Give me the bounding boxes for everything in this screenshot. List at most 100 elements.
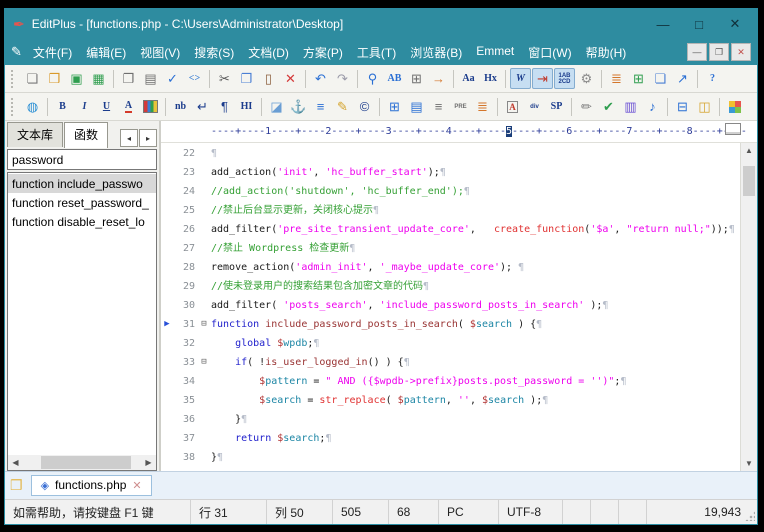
code-line[interactable]: 30add_filter( 'posts_search', 'include_p… <box>161 296 740 315</box>
directory-window-icon[interactable]: ❒ <box>10 477 23 494</box>
code-line[interactable]: 38}¶ <box>161 448 740 467</box>
italic-icon[interactable]: I <box>74 96 95 117</box>
paste-icon[interactable]: ▯ <box>258 68 279 89</box>
hscroll-track[interactable] <box>23 455 141 470</box>
code-line[interactable]: 33⊟ if( !is_user_logged_in() ) {¶ <box>161 353 740 372</box>
fold-collapse-icon[interactable]: ⊟ <box>197 353 211 372</box>
code-area[interactable]: 22¶23add_action('init', 'hc_buffer_start… <box>161 143 740 471</box>
script-check-icon[interactable]: ✔ <box>598 96 619 117</box>
indent-guide-icon[interactable]: ⇥ <box>532 68 553 89</box>
html-tag-icon[interactable]: <> <box>184 68 205 89</box>
code-line[interactable]: 26add_filter('pre_site_transient_update_… <box>161 220 740 239</box>
browser-globe-icon[interactable]: ◍ <box>22 96 43 117</box>
sidebar-tab-functions[interactable]: 函数 <box>64 122 108 148</box>
function-filter-input[interactable] <box>7 149 157 170</box>
line-number-icon[interactable]: 1AB 2CD <box>554 68 575 89</box>
word-wrap-icon[interactable]: W <box>510 68 531 89</box>
find-in-files-icon[interactable]: ⊞ <box>406 68 427 89</box>
music-icon[interactable]: ♪ <box>642 96 663 117</box>
print-icon[interactable]: ▤ <box>140 68 161 89</box>
menu-item-编辑(E)[interactable]: 编辑(E) <box>79 41 133 64</box>
code-line[interactable]: 35 $search = str_replace( $pattern, '', … <box>161 391 740 410</box>
menu-item-文件(F)[interactable]: 文件(F) <box>26 41 79 64</box>
delete-icon[interactable]: ✕ <box>280 68 301 89</box>
goto-line-icon[interactable]: → <box>428 68 449 89</box>
title-bar[interactable]: ✒ EditPlus - [functions.php - C:\Users\A… <box>5 9 757 39</box>
paragraph-align-icon[interactable]: ▤ <box>406 96 427 117</box>
sidebar-tab-scroll-right[interactable]: ▸ <box>139 129 157 147</box>
code-line[interactable]: 32 global $wpdb;¶ <box>161 334 740 353</box>
color-palette-icon[interactable] <box>140 96 161 117</box>
document-tab-functions-php[interactable]: ◈ functions.php ✕ <box>31 475 152 496</box>
vscroll-thumb[interactable] <box>743 166 755 196</box>
table-icon[interactable]: ⊞ <box>384 96 405 117</box>
tab-close-icon[interactable]: ✕ <box>132 479 141 492</box>
undo-icon[interactable]: ↶ <box>310 68 331 89</box>
open-in-browser-icon[interactable]: ↗ <box>672 68 693 89</box>
video-icon[interactable]: ▥ <box>620 96 641 117</box>
list-tag-icon[interactable]: ≣ <box>472 96 493 117</box>
mdi-minimize-button[interactable]: — <box>687 43 707 61</box>
browser-preview-icon[interactable]: ❏ <box>650 68 671 89</box>
menu-item-搜索(S)[interactable]: 搜索(S) <box>187 41 241 64</box>
anchor-icon[interactable]: ⚓ <box>288 96 309 117</box>
copy-icon[interactable]: ❐ <box>236 68 257 89</box>
menu-item-文档(D)[interactable]: 文档(D) <box>241 41 296 64</box>
note-edit-icon[interactable]: ✎ <box>332 96 353 117</box>
heading-icon[interactable]: HI <box>236 96 257 117</box>
sidebar-tab-cliptext[interactable]: 文本库 <box>7 122 63 147</box>
vscroll-down-arrow-icon[interactable]: ▼ <box>745 456 753 471</box>
print-preview-icon[interactable]: ❐ <box>118 68 139 89</box>
vscroll-track[interactable] <box>741 158 757 456</box>
mdi-restore-button[interactable]: ❐ <box>709 43 729 61</box>
menu-item-视图(V)[interactable]: 视图(V) <box>133 41 187 64</box>
code-line[interactable]: ▶31⊟function include_password_posts_in_s… <box>161 315 740 334</box>
redo-icon[interactable]: ↷ <box>332 68 353 89</box>
horizontal-rule-icon[interactable]: ≡ <box>310 96 331 117</box>
vscroll-up-arrow-icon[interactable]: ▲ <box>745 143 753 158</box>
code-line[interactable]: 25//禁止后台显示更新，关闭核心提示¶ <box>161 201 740 220</box>
paragraph-mark-icon[interactable]: ¶ <box>214 96 235 117</box>
span-tag-icon[interactable]: SP <box>546 96 567 117</box>
new-file-icon[interactable]: ❏ <box>22 68 43 89</box>
toolbar-grip[interactable] <box>11 98 17 116</box>
form-icon[interactable]: ⊟ <box>672 96 693 117</box>
sidebar-tab-scroll-left[interactable]: ◂ <box>120 129 138 147</box>
code-line[interactable]: 22¶ <box>161 144 740 163</box>
cut-icon[interactable]: ✂ <box>214 68 235 89</box>
document-tab-list-icon[interactable]: ≣ <box>606 68 627 89</box>
code-line[interactable]: 36 }¶ <box>161 410 740 429</box>
menu-item-方案(P)[interactable]: 方案(P) <box>296 41 350 64</box>
font-color-icon[interactable]: A <box>118 96 139 117</box>
save-icon[interactable]: ▣ <box>66 68 87 89</box>
mdi-close-button[interactable]: ✕ <box>731 43 751 61</box>
window-split-handle[interactable] <box>725 123 741 135</box>
copyright-icon[interactable]: © <box>354 96 375 117</box>
maximize-button[interactable]: □ <box>681 11 717 37</box>
div-tag-icon[interactable]: div <box>524 96 545 117</box>
code-line[interactable]: 24//add_action('shutdown', 'hc_buffer_en… <box>161 182 740 201</box>
function-list-hscrollbar[interactable]: ◀ ▶ <box>8 455 156 470</box>
spell-check-icon[interactable]: ✓ <box>162 68 183 89</box>
pre-tag-icon[interactable]: PRE <box>450 96 471 117</box>
function-list-item[interactable]: function reset_password_ <box>8 193 156 212</box>
code-line[interactable]: 39¶ <box>161 467 740 471</box>
code-line[interactable]: 29//使未登录用户的搜索结果包含加密文章的代码¶ <box>161 277 740 296</box>
nbsp-icon[interactable]: nb <box>170 96 191 117</box>
hscroll-thumb[interactable] <box>41 456 131 469</box>
image-icon[interactable]: ◪ <box>266 96 287 117</box>
editor-vscrollbar[interactable]: ▲ ▼ <box>740 143 757 471</box>
toolbar-grip[interactable] <box>11 70 17 88</box>
code-line[interactable]: 37 return $search;¶ <box>161 429 740 448</box>
script-edit-icon[interactable]: ✏ <box>576 96 597 117</box>
close-button[interactable]: ✕ <box>717 11 753 37</box>
context-help-icon[interactable]: ? <box>702 68 723 89</box>
window-list-icon[interactable]: ⊞ <box>628 68 649 89</box>
center-icon[interactable]: ≡ <box>428 96 449 117</box>
font-tag-icon[interactable]: A <box>502 96 523 117</box>
code-line[interactable]: 27//禁止 Wordpress 检查更新¶ <box>161 239 740 258</box>
fold-collapse-icon[interactable]: ⊟ <box>197 315 211 334</box>
bold-icon[interactable]: B <box>52 96 73 117</box>
settings-icon[interactable]: ⚙ <box>576 68 597 89</box>
save-all-icon[interactable]: ▦ <box>88 68 109 89</box>
